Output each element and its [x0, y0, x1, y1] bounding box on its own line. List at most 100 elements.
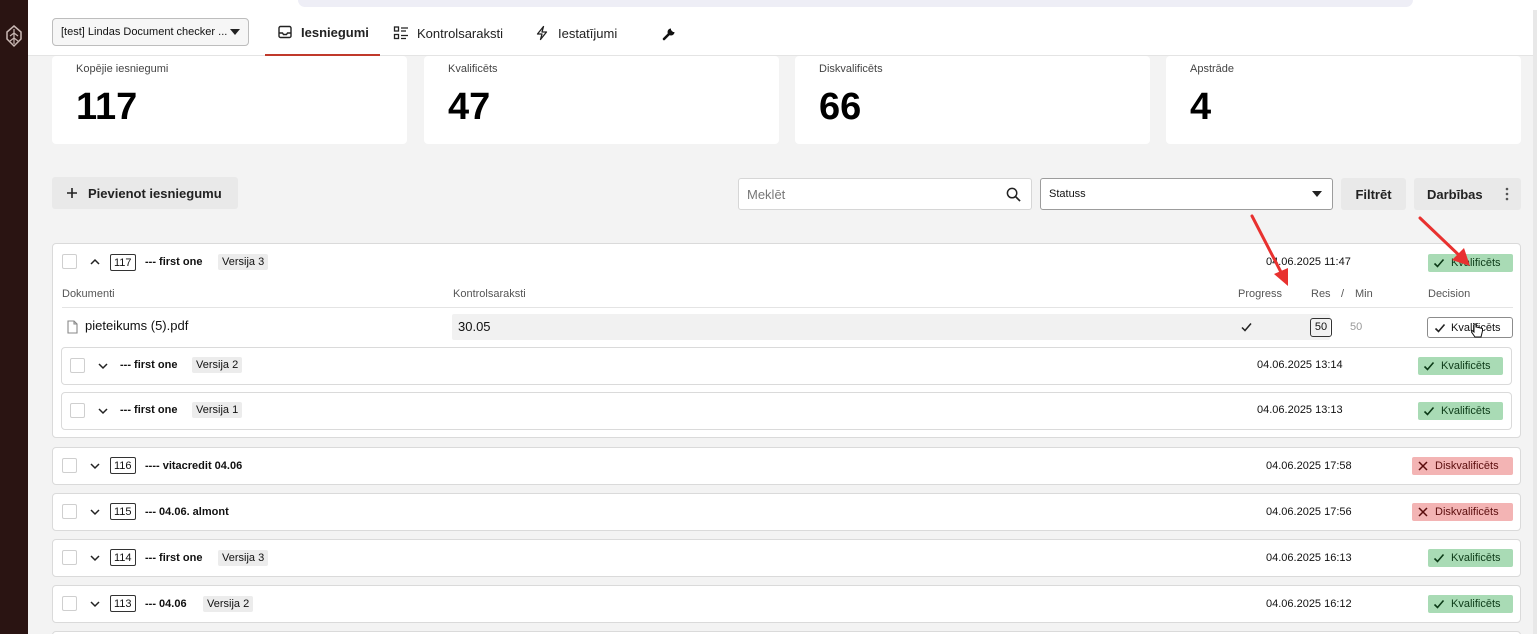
row-checkbox[interactable]: [62, 254, 77, 269]
version-tag: Versija 3: [218, 550, 269, 566]
version-row[interactable]: --- first one Versija 1 04.06.2025 13:13…: [61, 392, 1512, 430]
status-label: Kvalificēts: [1451, 598, 1501, 610]
submission-title: ---- vitacredit 04.06: [145, 460, 243, 472]
check-icon: [1423, 406, 1435, 416]
version-tag: Versija 1: [192, 402, 243, 418]
stat-value: 66: [819, 86, 862, 128]
chevron-down-icon[interactable]: [89, 552, 101, 564]
bolt-icon: [536, 25, 548, 41]
row-checkbox[interactable]: [62, 550, 77, 565]
organization-select-value: [test] Lindas Document checker ...: [61, 26, 228, 38]
document-row: pieteikums (5).pdf 30.05 50 50 Kvalificē…: [61, 314, 1514, 341]
inbox-icon: [278, 25, 292, 39]
submission-title: --- 04.06. almont: [145, 506, 229, 518]
actions-label: Darbības: [1427, 186, 1483, 202]
stat-value: 117: [76, 86, 138, 128]
row-checkbox[interactable]: [62, 458, 77, 473]
red-arrow-annotation: [1418, 216, 1470, 266]
status-badge: Kvalificēts: [1418, 357, 1503, 375]
min-value: 50: [1350, 321, 1363, 333]
row-checkbox[interactable]: [62, 596, 77, 611]
chevron-down-icon[interactable]: [97, 405, 109, 417]
stat-card-disqualified: Diskvalificēts 66: [795, 56, 1150, 144]
version-row[interactable]: --- first one Versija 2 04.06.2025 13:14…: [61, 347, 1512, 385]
checklist-icon: [393, 26, 408, 40]
status-badge: Kvalificēts: [1418, 402, 1503, 420]
chevron-down-icon[interactable]: [97, 360, 109, 372]
result-value: 50: [1310, 318, 1332, 337]
version-tag: Versija 2: [203, 596, 254, 612]
tab-iestatijumi[interactable]: Iestatījumi: [534, 10, 617, 56]
version-title: --- first one: [120, 404, 178, 416]
status-label: Diskvalificēts: [1435, 506, 1499, 518]
tab-tools[interactable]: [662, 10, 678, 56]
document-name-link[interactable]: pieteikums (5).pdf: [85, 318, 188, 333]
row-checkbox[interactable]: [70, 403, 85, 418]
version-tag: Versija 3: [218, 254, 269, 270]
filter-button[interactable]: Filtrēt: [1341, 178, 1406, 210]
search-input[interactable]: [739, 179, 989, 209]
check-icon: [1241, 323, 1252, 332]
chevron-down-icon[interactable]: [89, 598, 101, 610]
hand-cursor-icon: [1470, 323, 1483, 338]
check-icon: [1433, 553, 1445, 563]
submission-id: 115: [110, 503, 136, 520]
submission-title: --- first one: [145, 552, 203, 564]
stat-label: Apstrāde: [1190, 63, 1235, 75]
col-slash: /: [1341, 288, 1345, 300]
submission-date: 04.06.2025 17:56: [1266, 506, 1352, 518]
tab-kontrolsaraksti[interactable]: Kontrolsaraksti: [393, 10, 503, 56]
status-label: Diskvalificēts: [1435, 460, 1499, 472]
chevron-down-icon[interactable]: [89, 506, 101, 518]
col-min: Min: [1355, 288, 1373, 300]
submission-id: 117: [110, 254, 136, 271]
more-vertical-icon: [1505, 187, 1508, 201]
version-date: 04.06.2025 13:14: [1257, 359, 1343, 371]
submission-date: 04.06.2025 16:13: [1266, 552, 1352, 564]
red-arrow-annotation: [1250, 214, 1288, 286]
status-label: Kvalificēts: [1451, 552, 1501, 564]
status-badge: Kvalificēts: [1428, 549, 1513, 567]
submission-title: --- 04.06: [145, 598, 187, 610]
submission-row[interactable]: 114 --- first one Versija 3 04.06.2025 1…: [52, 539, 1521, 577]
version-title: --- first one: [120, 359, 178, 371]
stat-value: 4: [1190, 86, 1212, 128]
scrollbar-track[interactable]: [1533, 0, 1537, 634]
tab-label: Iesniegumi: [301, 24, 369, 40]
chevron-up-icon[interactable]: [89, 256, 101, 268]
search-icon[interactable]: [1006, 187, 1021, 202]
submission-row[interactable]: 115 --- 04.06. almont 04.06.2025 17:56 D…: [52, 493, 1521, 531]
status-label: Kvalificēts: [1441, 360, 1491, 372]
row-checkbox[interactable]: [70, 358, 85, 373]
organization-select[interactable]: [test] Lindas Document checker ...: [52, 18, 249, 46]
stat-card-processing: Apstrāde 4: [1166, 56, 1521, 144]
browser-top-strip: [28, 0, 1537, 10]
check-icon: [1433, 599, 1445, 609]
submission-row[interactable]: 116 ---- vitacredit 04.06 04.06.2025 17:…: [52, 447, 1521, 485]
status-label: Kvalificēts: [1441, 405, 1491, 417]
chevron-down-icon[interactable]: [89, 460, 101, 472]
submission-date: 04.06.2025 16:12: [1266, 598, 1352, 610]
row-checkbox[interactable]: [62, 504, 77, 519]
stat-label: Kvalificēts: [448, 63, 498, 75]
col-decision: Decision: [1428, 288, 1471, 300]
status-badge: Diskvalificēts: [1412, 503, 1513, 521]
close-icon: [1418, 461, 1428, 471]
status-select[interactable]: Statuss: [1040, 178, 1333, 210]
actions-button[interactable]: Darbības: [1414, 178, 1521, 210]
submission-id: 116: [110, 457, 136, 474]
submission-row[interactable]: 113 --- 04.06 Versija 2 04.06.2025 16:12…: [52, 585, 1521, 623]
divider: [62, 307, 1513, 308]
tab-iesniegumi[interactable]: Iesniegumi: [265, 10, 380, 56]
checklist-score-field[interactable]: 30.05: [452, 314, 1330, 340]
add-submission-button[interactable]: Pievienot iesniegumu: [52, 177, 238, 209]
filter-label: Filtrēt: [1355, 186, 1392, 202]
submission-id: 114: [110, 549, 136, 566]
status-badge: Diskvalificēts: [1412, 457, 1513, 475]
status-badge: Kvalificēts: [1428, 595, 1513, 613]
stat-card-total: Kopējie iesniegumi 117: [52, 56, 407, 144]
plus-icon: [67, 188, 77, 198]
leaf-logo-icon[interactable]: [2, 24, 26, 48]
top-navigation: [test] Lindas Document checker ... Iesni…: [28, 10, 1533, 56]
col-documents: Dokumenti: [62, 288, 115, 300]
